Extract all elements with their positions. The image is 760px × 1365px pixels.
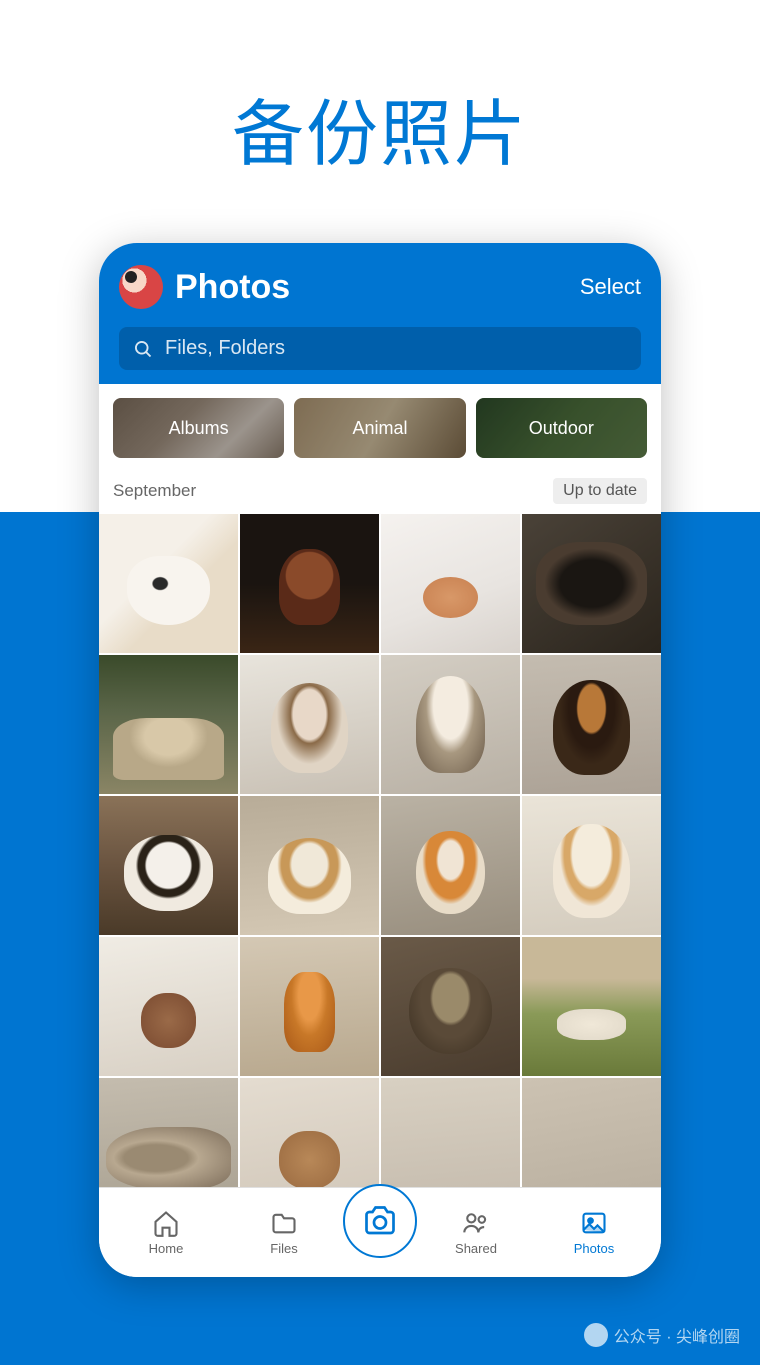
watermark: 公众号 · 尖峰创圈 (584, 1323, 740, 1347)
category-strip: Albums Animal Outdoor (99, 384, 661, 470)
nav-home[interactable]: Home (107, 1209, 225, 1256)
nav-files[interactable]: Files (225, 1209, 343, 1256)
category-label: Animal (352, 418, 407, 439)
photos-icon (580, 1209, 608, 1237)
page-title: Photos (175, 268, 290, 307)
search-bar[interactable] (119, 327, 641, 370)
home-icon (152, 1209, 180, 1237)
avatar[interactable] (119, 265, 163, 309)
wechat-icon (584, 1323, 608, 1347)
photo-thumbnail[interactable] (381, 514, 520, 653)
header-left: Photos (119, 265, 290, 309)
category-label: Outdoor (529, 418, 594, 439)
photo-thumbnail[interactable] (522, 796, 661, 935)
app-header: Photos Select (99, 243, 661, 384)
photo-thumbnail[interactable] (99, 514, 238, 653)
category-label: Albums (169, 418, 229, 439)
photo-thumbnail[interactable] (381, 937, 520, 1076)
nav-label: Files (270, 1241, 297, 1256)
nav-label: Shared (455, 1241, 497, 1256)
month-row: September Up to date (99, 470, 661, 514)
nav-shared[interactable]: Shared (417, 1209, 535, 1256)
photo-thumbnail[interactable] (240, 514, 379, 653)
nav-label: Home (149, 1241, 184, 1256)
photo-thumbnail[interactable] (240, 937, 379, 1076)
camera-icon (362, 1203, 398, 1239)
photo-thumbnail[interactable] (99, 655, 238, 794)
camera-button[interactable] (343, 1184, 417, 1258)
photo-thumbnail[interactable] (240, 796, 379, 935)
photo-thumbnail[interactable] (99, 937, 238, 1076)
folder-icon (270, 1209, 298, 1237)
status-badge: Up to date (553, 478, 647, 504)
photo-thumbnail[interactable] (240, 655, 379, 794)
nav-label: Photos (574, 1241, 614, 1256)
photo-thumbnail[interactable] (99, 796, 238, 935)
header-top-row: Photos Select (119, 265, 641, 309)
search-input[interactable] (165, 337, 627, 360)
photo-thumbnail[interactable] (381, 655, 520, 794)
photo-grid (99, 514, 661, 1217)
photo-thumbnail[interactable] (522, 655, 661, 794)
photo-thumbnail[interactable] (522, 937, 661, 1076)
month-label: September (113, 481, 196, 501)
watermark-text: 公众号 · 尖峰创圈 (614, 1323, 740, 1347)
search-icon (133, 339, 153, 359)
select-button[interactable]: Select (580, 274, 641, 300)
category-albums[interactable]: Albums (113, 398, 284, 458)
phone-frame: Photos Select Albums Animal Outdoor Sept… (99, 243, 661, 1277)
photo-thumbnail[interactable] (522, 514, 661, 653)
nav-photos[interactable]: Photos (535, 1209, 653, 1256)
photo-thumbnail[interactable] (381, 796, 520, 935)
category-animal[interactable]: Animal (294, 398, 465, 458)
bottom-nav: Home Files Shared Photos (99, 1187, 661, 1277)
marketing-headline: 备份照片 (0, 0, 760, 180)
people-icon (462, 1209, 490, 1237)
category-outdoor[interactable]: Outdoor (476, 398, 647, 458)
